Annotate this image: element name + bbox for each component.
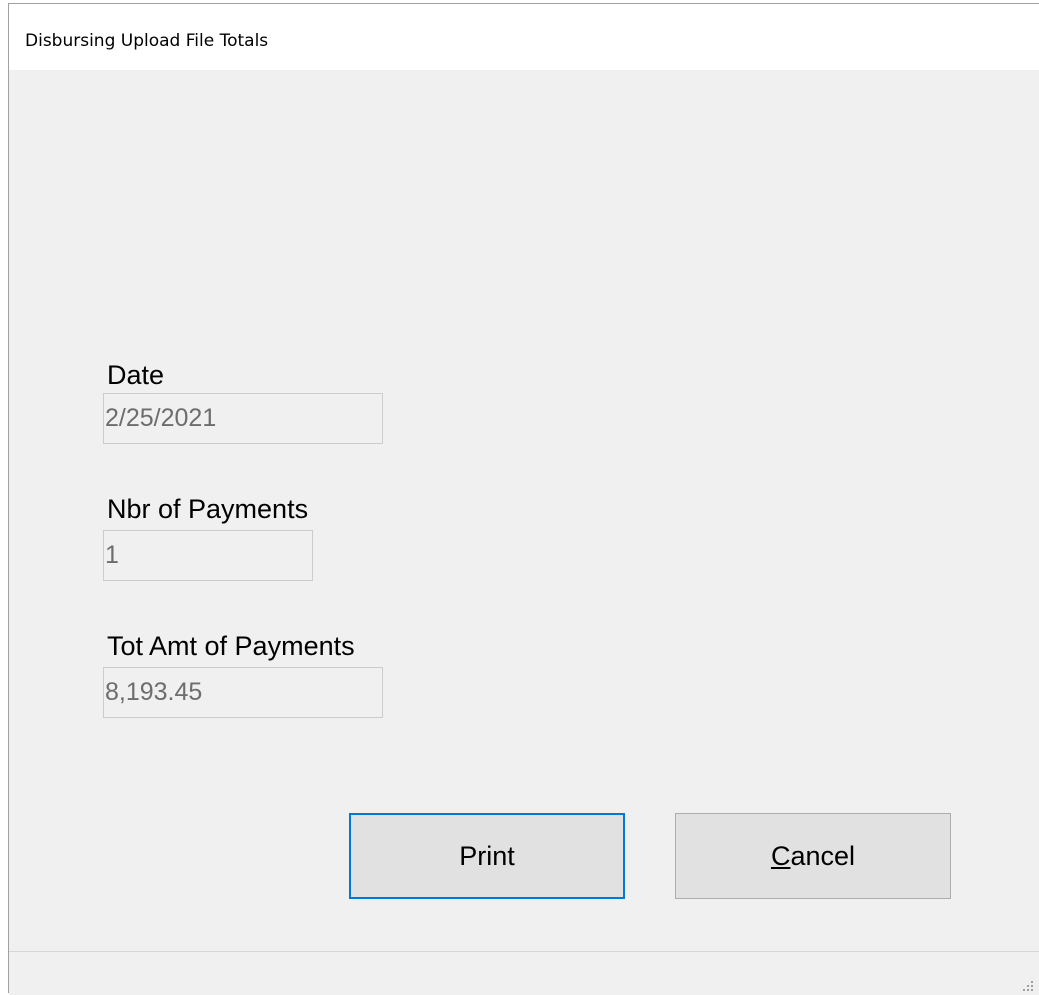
cancel-mnemonic: C	[770, 840, 791, 871]
tot-amt-of-payments-field[interactable]: 8,193.45	[103, 667, 383, 718]
status-bar	[9, 951, 1039, 995]
title-bar[interactable]: Disbursing Upload File Totals	[9, 4, 1039, 70]
cancel-label-rest: ancel	[790, 840, 856, 871]
cancel-button[interactable]: Cancel	[675, 813, 951, 899]
cancel-button-label: Cancel	[771, 841, 855, 872]
nbr-of-payments-label: Nbr of Payments	[107, 494, 309, 524]
dialog-window: Disbursing Upload File Totals Date 2/25/…	[8, 3, 1039, 995]
print-button[interactable]: Print	[349, 813, 625, 899]
date-label: Date	[107, 360, 165, 390]
date-field[interactable]: 2/25/2021	[103, 393, 383, 444]
print-button-label: Print	[459, 840, 515, 871]
tot-amt-of-payments-label: Tot Amt of Payments	[107, 631, 355, 661]
window-title: Disbursing Upload File Totals	[25, 31, 269, 51]
size-grip-icon[interactable]	[1019, 977, 1033, 991]
nbr-of-payments-field[interactable]: 1	[103, 530, 313, 581]
